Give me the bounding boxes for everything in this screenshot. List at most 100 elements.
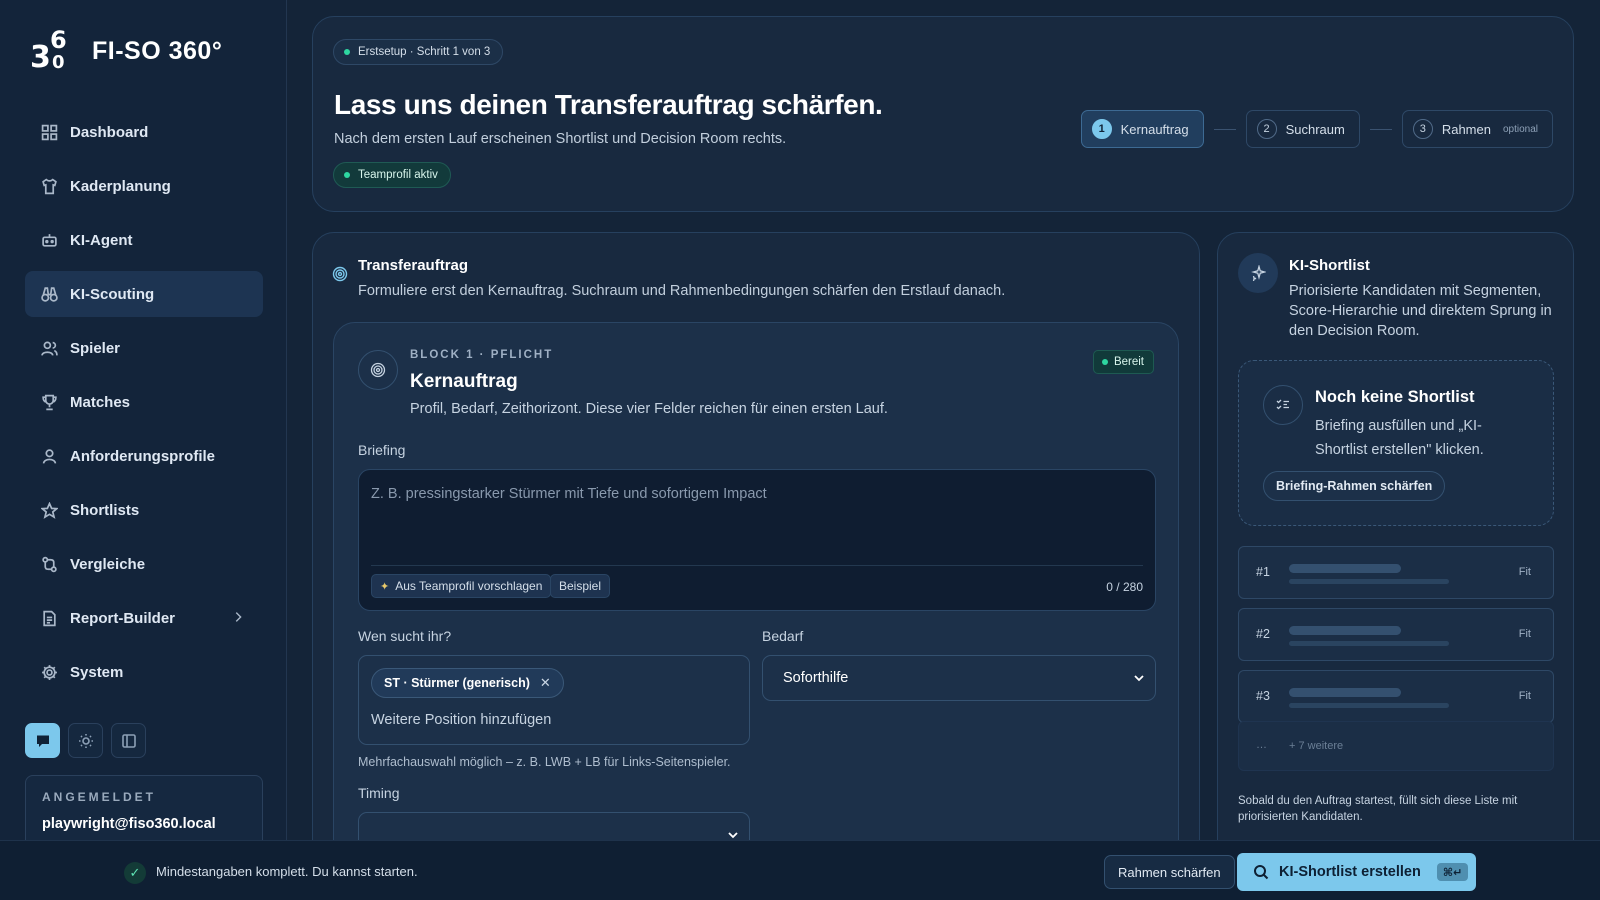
sparkle-icon (1238, 253, 1278, 293)
transfer-order-panel: Transferauftrag Formuliere erst den Kern… (312, 232, 1200, 852)
section-title: Transferauftrag (358, 257, 469, 274)
button-label: KI-Shortlist erstellen (1279, 864, 1421, 880)
compare-icon (42, 556, 57, 572)
nav-label: Shortlists (70, 501, 140, 519)
users-icon (41, 340, 58, 356)
brand[interactable]: 3 6 0 FI-SO 360° (30, 26, 222, 76)
target-icon (332, 266, 348, 282)
nav-label: Anforderungsprofile (70, 447, 215, 465)
stepper: 1 Kernauftrag 2 Suchraum 3 Rahmen option… (1080, 110, 1553, 148)
block-title: Kernauftrag (410, 371, 518, 392)
document-icon (43, 610, 56, 626)
fit-label: Fit (1518, 690, 1531, 702)
nav-item-ki-agent[interactable]: KI-Agent (25, 217, 263, 263)
position-hint: Mehrfachauswahl möglich – z. B. LWB + LB… (358, 755, 731, 769)
ready-badge: Bereit (1092, 350, 1154, 374)
nav-label: Matches (70, 393, 131, 411)
step-kernauftrag[interactable]: 1 Kernauftrag (1080, 110, 1204, 148)
divider (371, 565, 1143, 566)
chat-icon (36, 735, 49, 747)
status-dot-icon (1101, 359, 1108, 365)
chat-toggle-button[interactable] (25, 723, 60, 758)
rank-number: #3 (1256, 689, 1270, 703)
page-title: Lass uns deinen Transferauftrag schärfen… (334, 89, 883, 120)
need-select-value: Soforthilfe (783, 670, 849, 686)
status-dot-icon (344, 172, 350, 178)
block-kicker: BLOCK 1 · PFLICHT (410, 349, 554, 361)
sidebar-tools (25, 723, 146, 758)
step-label: Suchraum (1285, 121, 1345, 137)
suggest-from-team-profile-button[interactable]: ✦ Aus Teamprofil vorschlagen (371, 574, 552, 598)
sharpen-frame-button[interactable]: Rahmen schärfen (1104, 855, 1235, 889)
nav-label: Kaderplanung (70, 177, 171, 195)
empty-text: Briefing ausfüllen und „KI-Shortlist ers… (1315, 418, 1484, 458)
sharpen-briefing-button[interactable]: Briefing-Rahmen schärfen (1263, 471, 1446, 501)
nav-item-matches[interactable]: Matches (25, 379, 263, 425)
step-number: 2 (1256, 119, 1277, 139)
theme-toggle-button[interactable] (68, 723, 103, 758)
example-button[interactable]: Beispiel (550, 574, 611, 598)
close-icon[interactable]: ✕ (540, 675, 551, 691)
list-check-glyph (1276, 399, 1289, 410)
shortlist-placeholder-row: #1 Fit (1238, 546, 1554, 599)
shortlist-title: KI-Shortlist (1289, 257, 1370, 274)
login-user: playwright@fiso360.local (42, 816, 216, 832)
skeleton-bar (1289, 626, 1401, 635)
nav-item-spieler[interactable]: Spieler (25, 325, 263, 371)
readiness-status: Mindestangaben komplett. Du kannst start… (156, 864, 418, 879)
briefing-textarea[interactable]: Z. B. pressingstarker Stürmer mit Tiefe … (358, 469, 1156, 611)
sidebar-collapse-button[interactable] (111, 723, 146, 758)
shortlist-footer-text: Sobald du den Auftrag startest, füllt si… (1238, 795, 1518, 823)
step-label: Rahmen (1441, 121, 1491, 137)
empty-state: Noch keine Shortlist Briefing ausfüllen … (1238, 360, 1554, 526)
nav-item-anforderungsprofile[interactable]: Anforderungsprofile (25, 433, 263, 479)
gear-icon (42, 664, 57, 680)
main-nav: Dashboard Kaderplanung KI-Agent KI-Scout… (25, 109, 263, 703)
skeleton-bar (1289, 564, 1401, 573)
position-input-placeholder: Weitere Position hinzufügen (371, 712, 552, 728)
nav-item-vergleiche[interactable]: Vergleiche (25, 541, 263, 587)
position-label: Wen sucht ihr? (358, 628, 452, 644)
timing-label: Timing (358, 785, 400, 801)
search-icon (1254, 865, 1269, 880)
step-optional-note: optional (1502, 123, 1538, 135)
login-label: ANGEMELDET (42, 790, 156, 804)
nav-item-report-builder[interactable]: Report-Builder (25, 595, 263, 641)
step-suchraum[interactable]: 2 Suchraum (1245, 110, 1360, 148)
ready-text: Bereit (1113, 356, 1144, 368)
step-rahmen[interactable]: 3 Rahmen optional (1401, 110, 1553, 148)
nav-item-shortlists[interactable]: Shortlists (25, 487, 263, 533)
skeleton-bar (1289, 579, 1449, 584)
briefing-placeholder: Z. B. pressingstarker Stürmer mit Tiefe … (371, 486, 767, 502)
nav-item-dashboard[interactable]: Dashboard (25, 109, 263, 155)
nav-item-ki-scouting[interactable]: KI-Scouting (25, 271, 263, 317)
page-subtitle: Nach dem ersten Lauf erscheinen Shortlis… (334, 131, 787, 147)
create-shortlist-button[interactable]: KI-Shortlist erstellen ⌘↵ (1237, 853, 1476, 891)
fit-label: Fit (1518, 628, 1531, 640)
sun-icon (78, 733, 93, 748)
action-bar: ✓ Mindestangaben komplett. Du kannst sta… (0, 840, 1600, 900)
sidebar-panel-icon (121, 733, 136, 748)
need-select[interactable]: Soforthilfe (762, 655, 1156, 701)
position-tag[interactable]: ST · Stürmer (generisch) ✕ (371, 668, 564, 698)
nav-label: Vergleiche (70, 555, 146, 573)
nav-item-kaderplanung[interactable]: Kaderplanung (25, 163, 263, 209)
grid-icon (41, 124, 58, 140)
check-icon: ✓ (124, 862, 146, 884)
trophy-icon (42, 394, 57, 410)
block-subtitle: Profil, Bedarf, Zeithorizont. Diese vier… (410, 401, 888, 417)
shortlist-placeholder-row: #3 Fit (1238, 670, 1554, 723)
block-icon (358, 350, 398, 390)
team-profile-text: Teamprofil aktiv (358, 169, 438, 181)
chevron-down-icon (1134, 675, 1144, 682)
nav-label: System (70, 663, 124, 681)
nav-label: KI-Scouting (70, 285, 155, 303)
nav-item-system[interactable]: System (25, 649, 263, 695)
nav-label: KI-Agent (70, 231, 133, 249)
star-icon (41, 501, 58, 519)
shortlist-subtitle: Priorisierte Kandidaten mit Segmenten, S… (1289, 283, 1552, 339)
step-number: 1 (1091, 119, 1112, 139)
briefing-label: Briefing (358, 442, 406, 458)
position-multiselect[interactable]: ST · Stürmer (generisch) ✕ Weitere Posit… (358, 655, 750, 745)
robot-icon (42, 233, 57, 247)
